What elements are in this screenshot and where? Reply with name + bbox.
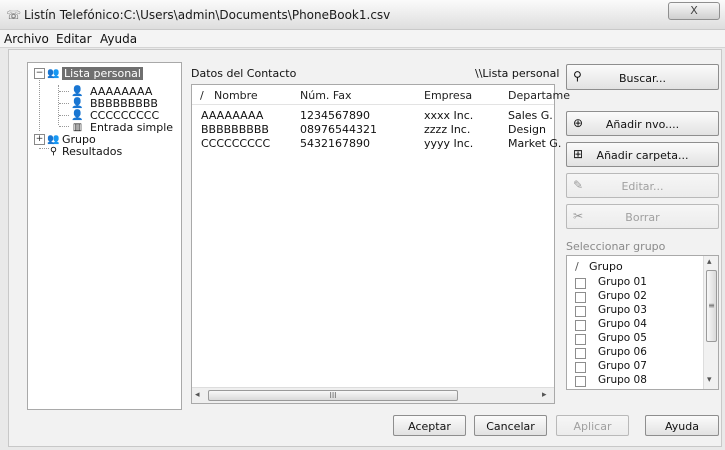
anadir-nuevo-label: Añadir nvo....: [605, 118, 680, 131]
checkbox[interactable]: [575, 334, 586, 345]
grupo-item-label: Grupo 08: [598, 374, 647, 386]
cell-empresa: zzzz Inc.: [424, 123, 471, 136]
aceptar-label: Aceptar: [408, 420, 451, 433]
cell-nombre: CCCCCCCCC: [201, 137, 271, 150]
cell-departamento: Market G.: [508, 137, 562, 150]
vertical-scrollbar[interactable]: ▴ ≡ ▾: [703, 256, 718, 389]
grupo-selector-label: Seleccionar grupo: [566, 240, 666, 253]
scrollbar-thumb[interactable]: ≡: [706, 270, 717, 342]
grupo-header: Grupo: [589, 260, 623, 273]
anadir-nuevo-button[interactable]: ⊕ Añadir nvo....: [566, 111, 719, 136]
table-row[interactable]: CCCCCCCCC 5432167890 yyyy Inc. Market G.: [192, 137, 561, 150]
cancelar-label: Cancelar: [486, 420, 535, 433]
binoculars-icon: ⚲: [49, 146, 58, 157]
contact-table[interactable]: / Nombre Núm. Fax Empresa Departame AAAA…: [191, 84, 570, 404]
borrar-button[interactable]: ✂ Borrar: [566, 204, 719, 229]
card-icon: ▥: [72, 122, 83, 133]
scroll-down-icon[interactable]: ▾: [707, 375, 712, 385]
expand-icon[interactable]: +: [34, 134, 45, 145]
grupo-item-label: Grupo 06: [598, 346, 647, 358]
grupo-item-label: Grupo 07: [598, 360, 647, 372]
tree-item-label: Resultados: [62, 145, 123, 158]
tree-item-resultados[interactable]: ⚲ Resultados: [28, 145, 178, 158]
person-icon: 👤: [71, 98, 84, 109]
sort-indicator-icon: /: [575, 260, 579, 273]
column-header-nombre[interactable]: Nombre: [214, 89, 258, 102]
checkbox[interactable]: [575, 278, 586, 289]
cancelar-button[interactable]: Cancelar: [474, 415, 547, 436]
checkbox[interactable]: [575, 376, 586, 387]
menu-ayuda[interactable]: Ayuda: [100, 32, 137, 46]
menu-bar: Archivo Editar Ayuda: [0, 30, 725, 48]
contact-list-path: \\Lista personal: [475, 67, 560, 80]
ayuda-label: Ayuda: [665, 420, 699, 433]
table-row[interactable]: BBBBBBBBB 08976544321 zzzz Inc. Design: [192, 123, 554, 136]
cell-departamento: Design: [508, 123, 546, 136]
scrollbar-thumb[interactable]: III: [208, 390, 458, 401]
column-header-empresa[interactable]: Empresa: [424, 89, 472, 102]
grupo-list[interactable]: / Grupo Grupo 01 Grupo 02 Grupo 03 Grupo…: [566, 255, 719, 390]
column-header-fax[interactable]: Núm. Fax: [300, 89, 351, 102]
group-icon: 👥: [47, 134, 60, 145]
collapse-icon[interactable]: −: [34, 68, 45, 79]
grupo-item-label: Grupo 01: [598, 276, 647, 288]
cell-nombre: BBBBBBBBB: [201, 123, 269, 136]
contact-list-title: Datos del Contacto: [191, 67, 297, 80]
aplicar-button[interactable]: Aplicar: [556, 415, 629, 436]
tree-item-label: Lista personal: [62, 67, 143, 80]
checkbox[interactable]: [575, 306, 586, 317]
grupo-item-label: Grupo 03: [598, 304, 647, 316]
buscar-label: Buscar...: [618, 72, 667, 85]
table-row[interactable]: AAAAAAAA 1234567890 xxxx Inc. Sales G.: [192, 109, 554, 122]
grupo-item-label: Grupo 05: [598, 332, 647, 344]
close-button[interactable]: X: [668, 2, 720, 20]
person-icon: 👤: [71, 110, 84, 121]
editar-label: Editar...: [621, 180, 664, 193]
menu-editar[interactable]: Editar: [56, 32, 92, 46]
cell-empresa: yyyy Inc.: [424, 137, 474, 150]
checkbox[interactable]: [575, 348, 586, 359]
cell-departamento: Sales G.: [508, 109, 553, 122]
cell-empresa: xxxx Inc.: [424, 109, 474, 122]
people-icon: 👥: [47, 68, 60, 79]
title-bar: ☏ Listín Telefónico:C:\Users\admin\Docum…: [0, 0, 725, 30]
anadir-carpeta-label: Añadir carpeta...: [596, 149, 689, 162]
window-title: Listín Telefónico:C:\Users\admin\Documen…: [24, 8, 391, 22]
app-icon: ☏: [6, 8, 22, 22]
scroll-up-icon[interactable]: ▴: [707, 257, 712, 267]
cell-fax: 5432167890: [300, 137, 370, 150]
folder-tree[interactable]: − 👥 Lista personal 👤 AAAAAAAA 👤 BBBBBBBB…: [27, 62, 182, 410]
editar-button[interactable]: ✎ Editar...: [566, 173, 719, 198]
anadir-carpeta-button[interactable]: ⊞ Añadir carpeta...: [566, 142, 719, 167]
sort-indicator-icon: /: [200, 89, 204, 102]
cell-nombre: AAAAAAAA: [201, 109, 264, 122]
scroll-left-icon[interactable]: ◂: [195, 390, 200, 400]
cell-fax: 1234567890: [300, 109, 370, 122]
checkbox[interactable]: [575, 292, 586, 303]
person-icon: 👤: [71, 86, 84, 97]
menu-archivo[interactable]: Archivo: [4, 32, 49, 46]
aceptar-button[interactable]: Aceptar: [393, 415, 466, 436]
aplicar-label: Aplicar: [573, 420, 612, 433]
table-header: / Nombre Núm. Fax Empresa Departame: [192, 85, 570, 105]
horizontal-scrollbar[interactable]: ◂ III ▸: [192, 387, 554, 403]
checkbox[interactable]: [575, 320, 586, 331]
scroll-right-icon[interactable]: ▸: [542, 390, 547, 400]
cell-fax: 08976544321: [300, 123, 377, 136]
grupo-item-label: Grupo 02: [598, 290, 647, 302]
borrar-label: Borrar: [625, 211, 660, 224]
grupo-item-label: Grupo 04: [598, 318, 647, 330]
column-header-departamento[interactable]: Departame: [508, 89, 570, 102]
tree-item-lista-personal[interactable]: − 👥 Lista personal: [28, 67, 178, 80]
ayuda-button[interactable]: Ayuda: [645, 415, 719, 436]
buscar-button[interactable]: ⚲ Buscar...: [566, 64, 719, 90]
checkbox[interactable]: [575, 362, 586, 373]
